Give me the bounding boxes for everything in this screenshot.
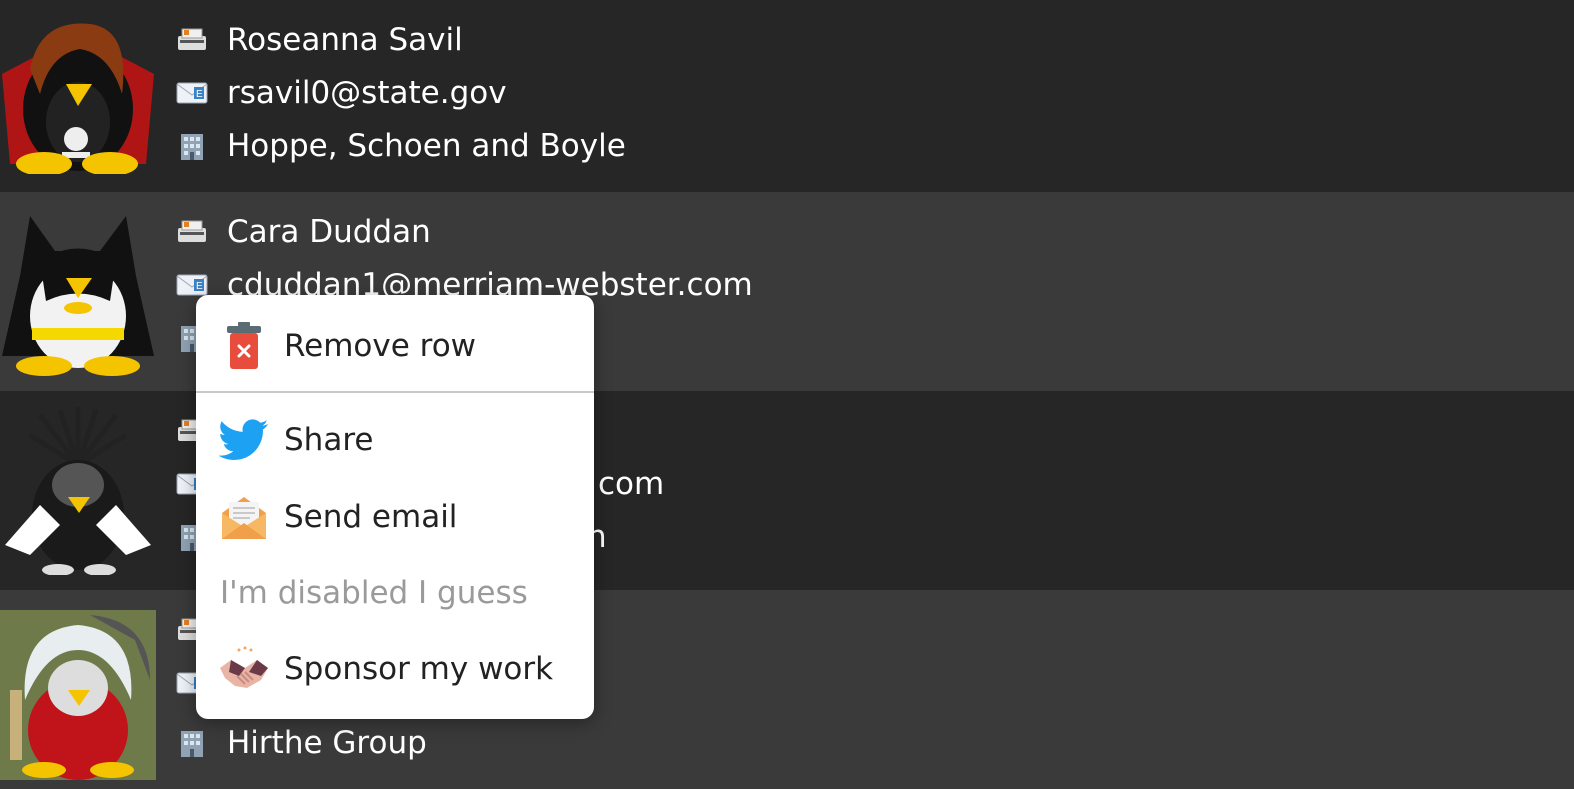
menu-item-send-email[interactable]: Send email <box>196 487 594 547</box>
contact-company-line: Hirthe Group <box>174 723 427 763</box>
office-building-icon <box>174 728 210 758</box>
white-hair-penguin-avatar <box>0 610 156 780</box>
menu-item-share[interactable]: Share <box>196 410 594 470</box>
menu-item-label: Sponsor my work <box>284 651 554 687</box>
menu-item-disabled: I'm disabled I guess <box>196 563 594 623</box>
name-badge-icon <box>174 25 210 55</box>
contact-email-line: E rsavil0@state.gov <box>174 73 507 113</box>
menu-separator <box>196 391 594 393</box>
contact-company: Hirthe Group <box>227 725 427 761</box>
menu-item-label: I'm disabled I guess <box>220 575 528 611</box>
contact-company-line: Hoppe, Schoen and Boyle <box>174 126 626 166</box>
contact-name: Cara Duddan <box>227 214 431 250</box>
contact-name-line: Cara Duddan <box>174 212 431 252</box>
trash-can-icon <box>218 320 270 372</box>
samurai-penguin-avatar <box>0 405 156 575</box>
menu-item-label: Remove row <box>284 328 477 364</box>
svg-text:E: E <box>196 281 203 292</box>
menu-item-remove-row[interactable]: Remove row <box>196 316 594 376</box>
menu-item-label: Share <box>284 422 374 458</box>
name-badge-icon <box>174 217 210 247</box>
menu-item-label: Send email <box>284 499 458 535</box>
context-menu: Remove row Share Send email I'm disabled… <box>196 295 594 719</box>
contact-row[interactable]: Roseanna Savil E rsavil0@state.gov Hoppe… <box>0 0 1574 199</box>
contact-email: com <box>598 466 665 502</box>
contact-email: rsavil0@state.gov <box>227 75 507 111</box>
contact-name-line: Roseanna Savil <box>174 20 463 60</box>
contact-company: Hoppe, Schoen and Boyle <box>227 128 626 164</box>
menu-item-sponsor[interactable]: Sponsor my work <box>196 639 594 699</box>
pirate-penguin-avatar <box>0 14 156 174</box>
batman-penguin-avatar <box>0 206 156 376</box>
office-building-icon <box>174 131 210 161</box>
svg-text:E: E <box>196 89 203 100</box>
contact-name: Roseanna Savil <box>227 22 463 58</box>
open-envelope-icon <box>218 491 270 543</box>
handshake-icon <box>218 643 270 695</box>
email-envelope-icon: E <box>174 78 210 108</box>
twitter-bird-icon <box>218 414 270 466</box>
